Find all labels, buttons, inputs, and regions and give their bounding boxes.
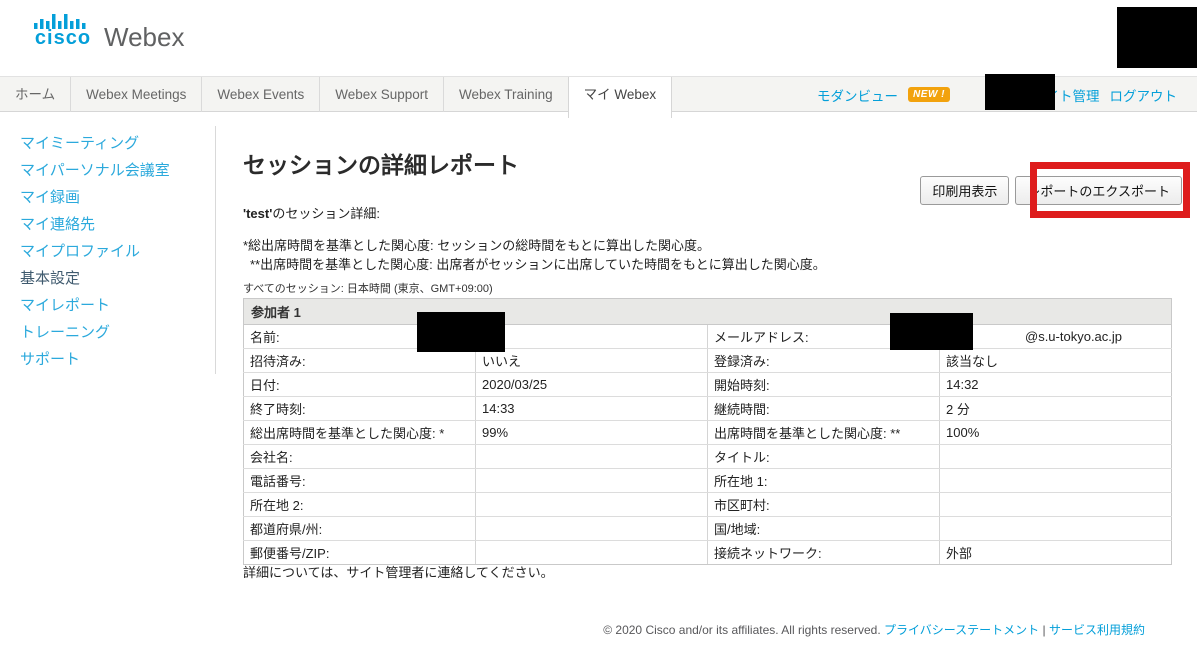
timezone-note: すべてのセッション: 日本時間 (東京、GMT+09:00) xyxy=(243,280,493,296)
nav-tab[interactable]: ホーム xyxy=(0,77,71,112)
terms-of-service-link[interactable]: サービス利用規約 xyxy=(1049,623,1145,637)
cisco-webex-logo: cisco Webex xyxy=(32,14,184,47)
table-value-cell xyxy=(940,445,1172,469)
logout-link[interactable]: ログアウト xyxy=(1110,85,1178,105)
sidebar-divider xyxy=(215,126,216,374)
table-label-cell: 接続ネットワーク: xyxy=(708,541,940,565)
table-label-cell: タイトル: xyxy=(708,445,940,469)
sidebar-item[interactable]: マイ録画 xyxy=(20,184,210,211)
nav-tab[interactable]: マイ Webex xyxy=(568,77,673,118)
session-intro-rest: のセッション詳細: xyxy=(272,206,380,221)
table-row: 会社名: タイトル: xyxy=(244,445,1172,469)
sidebar-item[interactable]: サポート xyxy=(20,346,210,373)
table-label-cell: 市区町村: xyxy=(708,493,940,517)
table-row: 電話番号: 所在地 1: xyxy=(244,469,1172,493)
table-row: 終了時刻:14:33継続時間:2 分 xyxy=(244,397,1172,421)
new-badge: NEW ! xyxy=(908,87,950,102)
table-label-cell: 終了時刻: xyxy=(244,397,476,421)
table-value-cell xyxy=(940,469,1172,493)
nav-tab[interactable]: Webex Training xyxy=(444,77,569,112)
table-label-cell: 開始時刻: xyxy=(708,373,940,397)
table-value-cell xyxy=(940,493,1172,517)
sidebar-item[interactable]: 基本設定 xyxy=(20,265,210,292)
table-value-cell xyxy=(476,325,708,349)
webex-wordmark: Webex xyxy=(104,25,184,49)
nav-tab[interactable]: Webex Meetings xyxy=(71,77,202,112)
table-label-cell: 所在地 1: xyxy=(708,469,940,493)
page: cisco Webex ホームWebex MeetingsWebex Event… xyxy=(0,0,1197,646)
table-value-cell: 該当なし xyxy=(940,349,1172,373)
nav-tab[interactable]: Webex Support xyxy=(320,77,444,112)
participant-table-header: 参加者 1 xyxy=(244,299,1172,325)
table-label-cell: 都道府県/州: xyxy=(244,517,476,541)
export-report-button[interactable]: レポートのエクスポート xyxy=(1015,176,1182,205)
table-value-cell xyxy=(476,541,708,565)
table-value-cell xyxy=(940,517,1172,541)
sidebar-item[interactable]: マイ連絡先 xyxy=(20,211,210,238)
table-value-cell: 外部 xyxy=(940,541,1172,565)
nav-tabs: ホームWebex MeetingsWebex EventsWebex Suppo… xyxy=(0,77,672,112)
table-label-cell: 招待済み: xyxy=(244,349,476,373)
sidebar-item[interactable]: マイミーティング xyxy=(20,130,210,157)
sidebar-item[interactable]: マイレポート xyxy=(20,292,210,319)
table-value-cell: 14:33 xyxy=(476,397,708,421)
copyright-text: © 2020 Cisco and/or its affiliates. All … xyxy=(603,623,880,637)
participant-table: 参加者 1 名前:メールアドレス:@s.u-tokyo.ac.jp招待済み:いい… xyxy=(243,298,1172,565)
note-total-attendance: *総出席時間を基準とした関心度: セッションの総時間をもとに算出した関心度。 xyxy=(243,236,826,255)
table-value-cell xyxy=(476,469,708,493)
cisco-wordmark: cisco xyxy=(35,29,91,47)
session-name: 'test' xyxy=(243,206,272,221)
action-buttons: 印刷用表示 レポートのエクスポート xyxy=(920,176,1182,205)
table-row: 招待済み:いいえ登録済み:該当なし xyxy=(244,349,1172,373)
table-label-cell: 総出席時間を基準とした関心度: * xyxy=(244,421,476,445)
table-label-cell: 出席時間を基準とした関心度: ** xyxy=(708,421,940,445)
print-view-button[interactable]: 印刷用表示 xyxy=(920,176,1009,205)
attention-notes: *総出席時間を基準とした関心度: セッションの総時間をもとに算出した関心度。 *… xyxy=(243,236,826,274)
table-label-cell: 登録済み: xyxy=(708,349,940,373)
table-row: 名前:メールアドレス:@s.u-tokyo.ac.jp xyxy=(244,325,1172,349)
table-row: 所在地 2: 市区町村: xyxy=(244,493,1172,517)
table-value-cell: いいえ xyxy=(476,349,708,373)
table-value-cell xyxy=(476,445,708,469)
privacy-statement-link[interactable]: プライバシーステートメント xyxy=(884,623,1039,637)
table-label-cell: 国/地域: xyxy=(708,517,940,541)
sidebar: マイミーティングマイパーソナル会議室マイ録画マイ連絡先マイプロファイル基本設定マ… xyxy=(20,130,210,373)
table-value-cell: 2 分 xyxy=(940,397,1172,421)
table-value-cell: 100% xyxy=(940,421,1172,445)
modern-view-link[interactable]: モダンビュー xyxy=(817,85,898,105)
sidebar-item[interactable]: マイプロファイル xyxy=(20,238,210,265)
session-intro: 'test'のセッション詳細: xyxy=(243,203,380,222)
table-label-cell: 郵便番号/ZIP: xyxy=(244,541,476,565)
table-label-cell: 電話番号: xyxy=(244,469,476,493)
redaction-box-corner xyxy=(1117,7,1197,68)
redaction-box-username xyxy=(985,74,1055,110)
table-value-cell xyxy=(476,493,708,517)
contact-admin-note: 詳細については、サイト管理者に連絡してください。 xyxy=(243,562,554,581)
table-row: 総出席時間を基準とした関心度: *99%出席時間を基準とした関心度: **100… xyxy=(244,421,1172,445)
table-label-cell: 日付: xyxy=(244,373,476,397)
table-value-cell xyxy=(476,517,708,541)
table-row: 郵便番号/ZIP: 接続ネットワーク:外部 xyxy=(244,541,1172,565)
sidebar-item[interactable]: トレーニング xyxy=(20,319,210,346)
table-value-cell: 2020/03/25 xyxy=(476,373,708,397)
footer-separator: | xyxy=(1043,623,1046,637)
redaction-box-email xyxy=(890,313,973,350)
table-label-cell: 会社名: xyxy=(244,445,476,469)
table-value-cell: @s.u-tokyo.ac.jp xyxy=(940,325,1172,349)
table-value-cell: 99% xyxy=(476,421,708,445)
table-row: 都道府県/州: 国/地域: xyxy=(244,517,1172,541)
nav-tab[interactable]: Webex Events xyxy=(202,77,320,112)
sidebar-item[interactable]: マイパーソナル会議室 xyxy=(20,157,210,184)
table-label-cell: 継続時間: xyxy=(708,397,940,421)
page-title: セッションの詳細レポート xyxy=(243,146,519,180)
footer: © 2020 Cisco and/or its affiliates. All … xyxy=(603,621,1145,638)
table-row: 日付:2020/03/25開始時刻:14:32 xyxy=(244,373,1172,397)
table-value-cell: 14:32 xyxy=(940,373,1172,397)
table-label-cell: 所在地 2: xyxy=(244,493,476,517)
note-attendance: **出席時間を基準とした関心度: 出席者がセッションに出席していた時間をもとに算… xyxy=(243,255,826,274)
redaction-box-name xyxy=(417,312,505,352)
